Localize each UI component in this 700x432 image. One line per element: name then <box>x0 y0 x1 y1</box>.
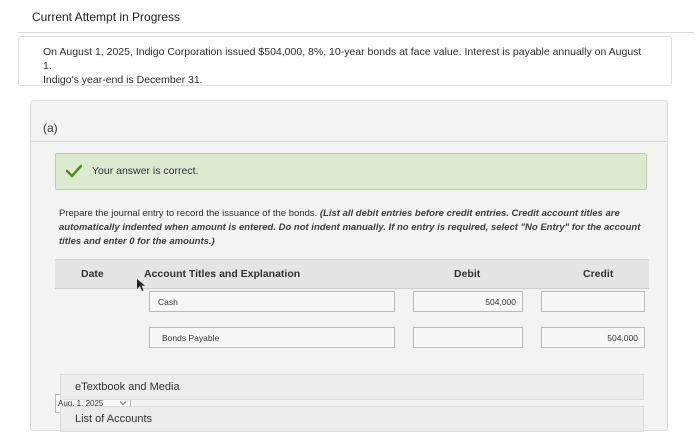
credit-value-row-2: 504,000 <box>607 332 638 343</box>
account-title-input-row-2[interactable]: Bonds Payable <box>149 327 395 348</box>
debit-value-row-1: 504,000 <box>485 296 516 307</box>
instruction-plain: Prepare the journal entry to record the … <box>59 208 318 219</box>
page-header: Current Attempt in Progress <box>32 10 181 24</box>
header-divider <box>18 32 694 33</box>
check-icon <box>66 164 82 178</box>
account-title-value-row-1: Cash <box>158 296 178 307</box>
etextbook-media-label: eTextbook and Media <box>75 381 180 393</box>
problem-prompt: On August 1, 2025, Indigo Corporation is… <box>18 36 672 86</box>
correct-answer-banner: Your answer is correct. <box>55 153 647 190</box>
journal-instruction: Prepare the journal entry to record the … <box>59 207 647 249</box>
part-label: (a) <box>43 121 58 135</box>
credit-input-row-1[interactable] <box>541 291 645 312</box>
part-divider <box>31 141 667 142</box>
account-title-input-row-1[interactable]: Cash <box>149 291 395 312</box>
account-column-header: Account Titles and Explanation <box>144 268 301 280</box>
account-title-value-row-2: Bonds Payable <box>162 332 220 343</box>
prompt-line-1: On August 1, 2025, Indigo Corporation is… <box>43 46 642 72</box>
date-column-header: Date <box>81 268 104 280</box>
debit-column-header: Debit <box>454 268 481 280</box>
prompt-line-2: Indigo's year-end is December 31. <box>43 74 203 86</box>
cursor-icon <box>137 279 145 291</box>
debit-input-row-1[interactable]: 504,000 <box>413 291 523 312</box>
list-of-accounts-label: List of Accounts <box>75 413 153 425</box>
credit-input-row-2[interactable]: 504,000 <box>541 327 645 348</box>
correct-answer-text: Your answer is correct. <box>92 165 199 177</box>
credit-column-header: Credit <box>583 268 614 280</box>
etextbook-media-link[interactable]: eTextbook and Media <box>60 374 644 400</box>
list-of-accounts-link[interactable]: List of Accounts <box>60 406 644 432</box>
debit-input-row-2[interactable] <box>413 327 523 348</box>
